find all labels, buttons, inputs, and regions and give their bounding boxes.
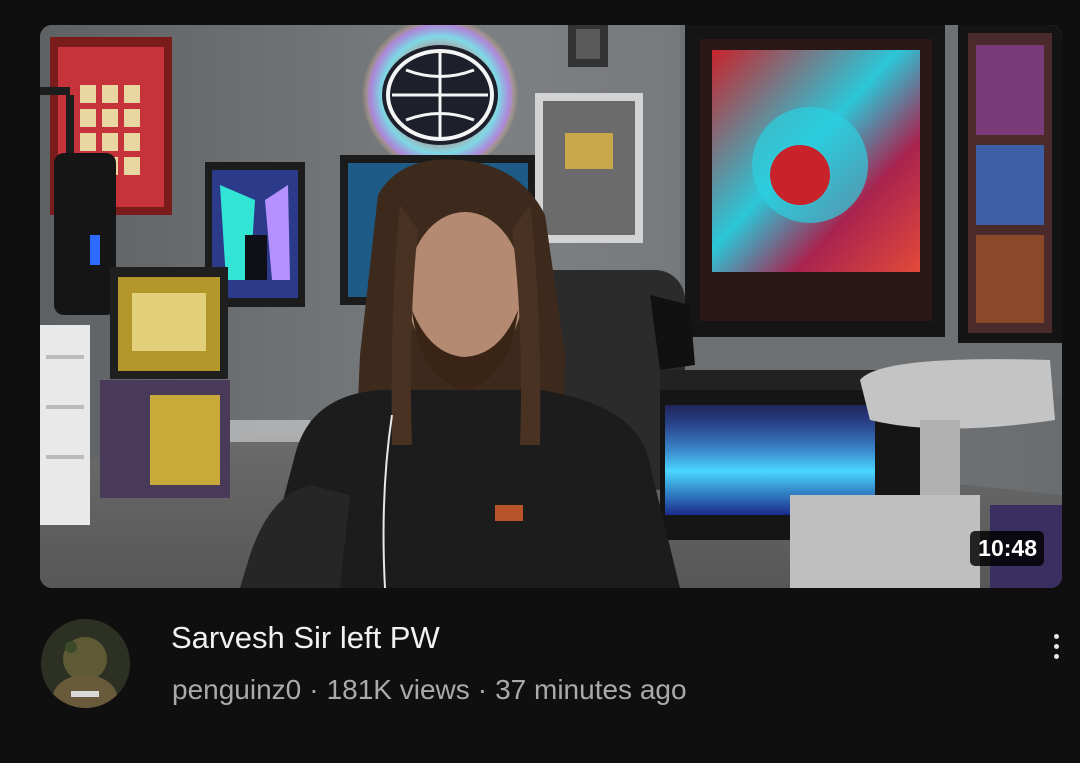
separator: · <box>309 674 319 705</box>
published-time: 37 minutes ago <box>495 674 687 705</box>
video-thumbnail[interactable]: 10:48 <box>40 25 1062 588</box>
more-vert-icon[interactable] <box>1046 626 1066 666</box>
channel-avatar[interactable] <box>41 619 130 708</box>
avatar-image <box>41 619 130 708</box>
video-card[interactable]: 10:48 Sarvesh Sir left PW penguinz0 · 181K… <box>0 0 1080 763</box>
duration-badge: 10:48 <box>970 531 1044 566</box>
video-metadata-line: penguinz0 · 181K views · 37 minutes ago <box>172 672 687 708</box>
thumbnail-image <box>40 25 1062 588</box>
channel-name[interactable]: penguinz0 <box>172 674 301 705</box>
video-title[interactable]: Sarvesh Sir left PW <box>171 618 440 658</box>
video-meta: Sarvesh Sir left PW penguinz0 · 181K views… <box>0 588 1080 763</box>
view-count: 181K views <box>326 674 470 705</box>
separator: · <box>477 674 488 705</box>
